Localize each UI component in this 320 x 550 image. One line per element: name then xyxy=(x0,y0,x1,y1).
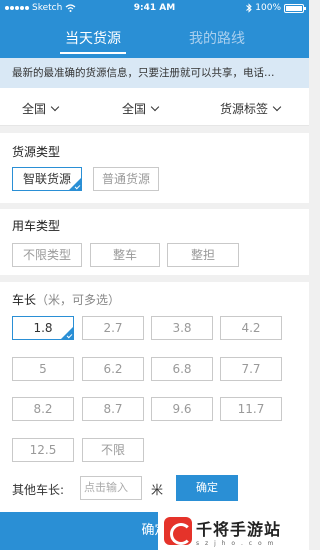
tag-filter-label: 货源标签 xyxy=(220,102,269,116)
length-option[interactable]: 11.7 xyxy=(220,397,282,421)
tab-today-cargo[interactable]: 当天货源 xyxy=(48,28,138,48)
option-label: 不限类型 xyxy=(22,248,71,262)
vehicle-type-section: 用车类型 不限类型 整车 整担 xyxy=(0,209,309,275)
check-icon xyxy=(66,332,73,339)
option-label: 整车 xyxy=(112,248,137,262)
cargo-type-section: 货源类型 智联货源 普通货源 xyxy=(0,133,309,203)
cargo-type-smart[interactable]: 智联货源 xyxy=(12,167,82,191)
option-label: 12.5 xyxy=(29,443,57,457)
length-option[interactable]: 不限 xyxy=(82,438,144,462)
length-option[interactable]: 6.2 xyxy=(82,357,144,381)
length-option[interactable]: 12.5 xyxy=(12,438,74,462)
header: Sketch 9:41 AM 100% 当天货源 我的路线 xyxy=(0,0,309,58)
option-label: 3.8 xyxy=(172,321,192,335)
watermark-url: s z j h o . c o m xyxy=(196,539,276,547)
chevron-down-icon xyxy=(50,102,60,112)
length-option[interactable]: 7.7 xyxy=(220,357,282,381)
destination-filter-label: 全国 xyxy=(122,102,147,116)
length-option[interactable]: 6.8 xyxy=(151,357,213,381)
watermark: 千将手游站 s z j h o . c o m xyxy=(158,512,309,550)
vehicle-type-any[interactable]: 不限类型 xyxy=(12,243,82,267)
cargo-type-title: 货源类型 xyxy=(12,145,61,159)
cargo-type-normal[interactable]: 普通货源 xyxy=(93,167,159,191)
length-option[interactable]: 1.8 xyxy=(12,316,74,340)
origin-filter-label: 全国 xyxy=(22,102,47,116)
chevron-down-icon xyxy=(272,102,282,112)
watermark-title: 千将手游站 xyxy=(196,519,282,539)
other-length-input[interactable]: 点击输入 xyxy=(80,476,142,500)
tab-my-routes[interactable]: 我的路线 xyxy=(172,28,262,48)
option-label: 4.2 xyxy=(241,321,261,335)
tag-filter[interactable]: 货源标签 xyxy=(220,100,282,117)
option-label: 普通货源 xyxy=(101,172,150,186)
vehicle-type-title: 用车类型 xyxy=(12,219,61,233)
battery-percent: 100% xyxy=(255,3,281,13)
length-option[interactable]: 5 xyxy=(12,357,74,381)
other-length-ok-button[interactable]: 确定 xyxy=(176,475,238,501)
option-label: 9.6 xyxy=(172,402,192,416)
tab-bar: 当天货源 我的路线 xyxy=(0,24,309,58)
option-label: 整担 xyxy=(190,248,215,262)
length-option[interactable]: 4.2 xyxy=(220,316,282,340)
other-length-label: 其他车长: xyxy=(12,483,65,497)
option-label: 2.7 xyxy=(103,321,123,335)
battery-icon xyxy=(284,3,306,13)
length-option[interactable]: 3.8 xyxy=(151,316,213,340)
bluetooth-icon xyxy=(246,3,252,13)
option-label: 11.7 xyxy=(237,402,265,416)
vehicle-type-full[interactable]: 整车 xyxy=(90,243,160,267)
option-label: 8.2 xyxy=(33,402,53,416)
option-label: 不限 xyxy=(100,443,125,457)
notice-banner: 最新的最准确的货源信息，只要注册就可以共享，电话… xyxy=(0,58,309,88)
option-label: 6.8 xyxy=(172,362,192,376)
length-subtitle: （米，可多选） xyxy=(36,293,121,307)
option-label: 5 xyxy=(39,362,47,376)
chevron-down-icon xyxy=(150,102,160,112)
option-label: 8.7 xyxy=(103,402,123,416)
status-right: 100% xyxy=(246,3,306,13)
length-title-text: 车长 xyxy=(12,293,37,307)
option-label: 1.8 xyxy=(33,321,53,335)
origin-filter[interactable]: 全国 xyxy=(22,100,60,117)
filter-bar: 全国 全国 货源标签 xyxy=(0,88,309,126)
check-icon xyxy=(74,183,81,190)
length-option[interactable]: 9.6 xyxy=(151,397,213,421)
watermark-logo-icon xyxy=(164,517,192,545)
option-label: 6.2 xyxy=(103,362,123,376)
length-title: 车长（米，可多选） xyxy=(12,291,120,308)
option-label: 7.7 xyxy=(241,362,261,376)
vehicle-type-partial[interactable]: 整担 xyxy=(167,243,239,267)
status-bar: Sketch 9:41 AM 100% xyxy=(0,0,309,18)
tab-indicator xyxy=(60,52,126,54)
watermark-text: 千将手游站 s z j h o . c o m xyxy=(196,516,281,547)
length-option[interactable]: 8.7 xyxy=(82,397,144,421)
length-option[interactable]: 8.2 xyxy=(12,397,74,421)
unit-label: 米 xyxy=(151,483,164,497)
option-label: 智联货源 xyxy=(22,172,71,186)
destination-filter[interactable]: 全国 xyxy=(122,100,160,117)
length-option[interactable]: 2.7 xyxy=(82,316,144,340)
